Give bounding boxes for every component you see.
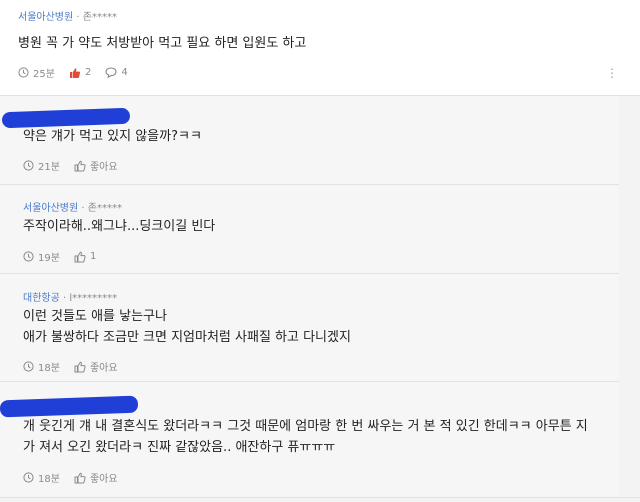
clock-icon [23,160,34,171]
like-button[interactable]: 좋아요 [74,470,118,485]
clock-icon [18,67,29,78]
thumbs-up-icon [74,472,86,483]
reply-text-line: 개 웃긴게 걔 내 결혼식도 왔더라ㅋㅋ 그것 때문에 엄마랑 한 번 싸우는 … [23,419,588,434]
thumbs-up-icon [69,67,81,78]
divider [0,497,640,498]
reply-footer: 19분 1 [23,249,110,264]
time-label: 18분 [38,474,60,485]
reply-footer: 18분 좋아요 [23,359,132,374]
divider [0,95,640,96]
reply-item: 개 웃긴게 걔 내 결혼식도 왔더라ㅋㅋ 그것 때문에 엄마랑 한 번 싸우는 … [0,382,619,497]
comment-footer: 25분 2 4 [18,65,142,80]
reply-item: 서울아산병원 · 존***** 주작이라해..왜그냐...딩크이길 빈다 19분… [0,185,619,273]
comment-count: 4 [121,67,128,78]
time-label: 25분 [33,69,55,80]
main-comment: 서울아산병원 · 존***** 병원 꼭 가 약도 처방받아 먹고 필요 하면 … [0,0,640,95]
clock-icon [23,251,34,262]
author-name: · 존***** [76,12,117,23]
timestamp: 21분 [23,158,60,173]
timestamp: 19분 [23,249,60,264]
timestamp: 18분 [23,470,60,485]
reply-text-line: 애가 불쌍하다 조금만 크면 지엄마처럼 사패질 하고 다니겠지 [23,330,351,345]
reply-footer: 21분 좋아요 [23,158,132,173]
reply-meta: 서울아산병원 · 존***** [23,199,122,214]
like-label: 좋아요 [89,363,118,374]
like-count: 2 [84,67,92,78]
more-options-icon[interactable]: ⋮ [606,66,618,80]
thumbs-up-icon [74,160,86,171]
main-comment-meta: 서울아산병원 · 존***** [18,8,117,23]
reply-footer: 18분 좋아요 [23,470,132,485]
like-button[interactable]: 2 [69,67,91,79]
like-label: 좋아요 [89,474,118,485]
reply-item: 대한항공 · l********* 이런 것들도 애를 낳는구나 애가 불쌍하다… [0,274,619,381]
reply-text-line: 가 져서 오긴 왔더라ㅋ 진짜 같잖았음.. 애잔하구 퓨ㅠㅠㅠ [23,440,336,455]
thumbs-up-icon [74,251,86,262]
timestamp: 25분 [18,65,55,80]
company-name[interactable]: 서울아산병원 [23,203,78,214]
like-label: 좋아요 [89,162,118,173]
like-button[interactable]: 좋아요 [74,158,118,173]
clock-icon [23,361,34,372]
reply-text: 주작이라해..왜그냐...딩크이길 빈다 [23,219,216,234]
redaction-scribble [0,395,139,418]
time-label: 19분 [38,253,60,264]
time-label: 18분 [38,363,60,374]
author-name: · 존***** [81,203,122,214]
speech-bubble-icon [105,67,117,78]
reply-text: 약은 걔가 먹고 있지 않을까?ㅋㅋ [23,129,202,144]
comment-button[interactable]: 4 [105,67,128,78]
divider [0,273,619,274]
author-name: · l********* [63,293,118,304]
reply-text-line: 이런 것들도 애를 낳는구나 [23,309,167,324]
divider [0,381,619,382]
company-name[interactable]: 대한항공 [23,293,60,304]
like-button[interactable]: 1 [74,251,96,263]
thumbs-up-icon [74,361,86,372]
comment-text: 병원 꼭 가 약도 처방받아 먹고 필요 하면 입원도 하고 [18,36,307,51]
divider [0,184,619,185]
reply-meta: 대한항공 · l********* [23,289,117,304]
like-count: 1 [89,251,97,262]
like-button[interactable]: 좋아요 [74,359,118,374]
timestamp: 18분 [23,359,60,374]
time-label: 21분 [38,162,60,173]
company-name[interactable]: 서울아산병원 [18,12,73,23]
reply-item: 약은 걔가 먹고 있지 않을까?ㅋㅋ 21분 좋아요 [0,96,619,184]
clock-icon [23,472,34,483]
